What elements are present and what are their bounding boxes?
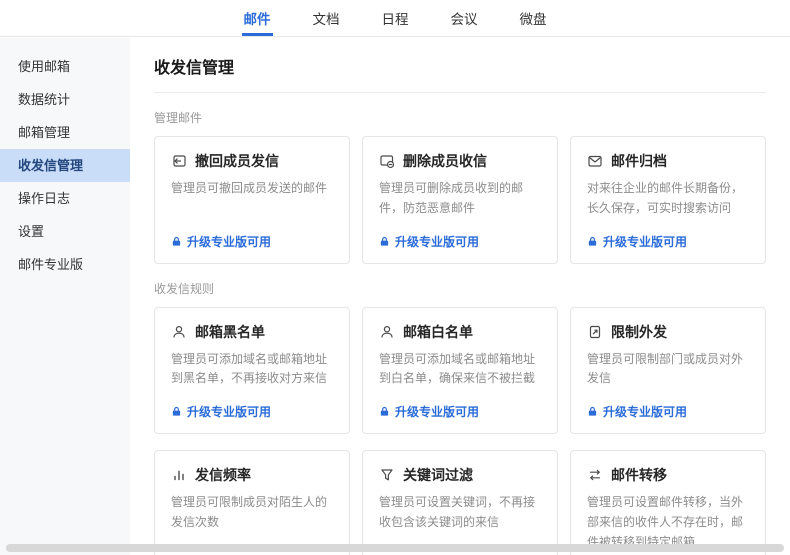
- card-title: 关键词过滤: [403, 465, 473, 485]
- upgrade-label: 升级专业版可用: [187, 403, 271, 420]
- upgrade-link[interactable]: 升级专业版可用: [171, 389, 333, 420]
- lock-icon: [587, 236, 598, 247]
- card-title: 发信频率: [195, 465, 251, 485]
- card-whitelist[interactable]: 邮箱白名单 管理员可添加域名或邮箱地址到白名单，确保来信不被拦截 升级专业版可用: [362, 307, 558, 435]
- upgrade-link[interactable]: 升级专业版可用: [587, 219, 749, 250]
- lock-icon: [379, 406, 390, 417]
- upgrade-label: 升级专业版可用: [603, 403, 687, 420]
- upgrade-link[interactable]: 升级专业版可用: [379, 389, 541, 420]
- upgrade-label: 升级专业版可用: [603, 233, 687, 250]
- card-title: 限制外发: [611, 322, 667, 342]
- card-delete-mail[interactable]: 删除成员收信 管理员可删除成员收到的邮件，防范恶意邮件 升级专业版可用: [362, 136, 558, 264]
- keyword-filter-icon: [379, 467, 395, 483]
- card-desc: 对来往企业的邮件长期备份，长久保存，可实时搜索访问: [587, 179, 749, 219]
- sidebar-item-mailbox-mgmt[interactable]: 邮箱管理: [0, 116, 130, 149]
- lock-icon: [171, 236, 182, 247]
- card-desc: 管理员可添加域名或邮箱地址到白名单，确保来信不被拦截: [379, 350, 541, 390]
- card-title: 邮箱黑名单: [195, 322, 265, 342]
- upgrade-link[interactable]: 升级专业版可用: [379, 219, 541, 250]
- card-restrict-outgoing[interactable]: 限制外发 管理员可限制部门或成员对外发信 升级专业版可用: [570, 307, 766, 435]
- card-title: 邮件转移: [611, 465, 667, 485]
- upgrade-label: 升级专业版可用: [395, 233, 479, 250]
- upgrade-label: 升级专业版可用: [395, 403, 479, 420]
- upgrade-link[interactable]: 升级专业版可用: [587, 389, 749, 420]
- sidebar-item-operation-log[interactable]: 操作日志: [0, 182, 130, 215]
- card-desc: 管理员可添加域名或邮箱地址到黑名单，不再接收对方来信: [171, 350, 333, 390]
- send-frequency-icon: [171, 467, 187, 483]
- section-label-rules: 收发信规则: [154, 280, 766, 297]
- sidebar-item-statistics[interactable]: 数据统计: [0, 83, 130, 116]
- lock-icon: [587, 406, 598, 417]
- card-title: 邮件归档: [611, 151, 667, 171]
- lock-icon: [379, 236, 390, 247]
- tab-docs[interactable]: 文档: [311, 0, 342, 36]
- upgrade-label: 升级专业版可用: [187, 233, 271, 250]
- main-content: 收发信管理 管理邮件 撤回成员发信 管理员可撤回成员发送的邮件: [130, 38, 790, 555]
- card-recall-mail[interactable]: 撤回成员发信 管理员可撤回成员发送的邮件 升级专业版可用: [154, 136, 350, 264]
- tab-calendar[interactable]: 日程: [380, 0, 411, 36]
- card-desc: 管理员可设置关键词，不再接收包含该关键词的来信: [379, 493, 541, 533]
- sidebar-item-send-receive-mgmt[interactable]: 收发信管理: [0, 149, 130, 182]
- card-desc: 管理员可限制成员对陌生人的发信次数: [171, 493, 333, 533]
- mail-transfer-icon: [587, 467, 603, 483]
- tab-drive[interactable]: 微盘: [518, 0, 549, 36]
- top-nav: 邮件 文档 日程 会议 微盘: [0, 0, 790, 37]
- card-desc: 管理员可限制部门或成员对外发信: [587, 350, 749, 390]
- card-grid-rules: 邮箱黑名单 管理员可添加域名或邮箱地址到黑名单，不再接收对方来信 升级专业版可用: [154, 307, 766, 555]
- tab-meeting[interactable]: 会议: [449, 0, 480, 36]
- sidebar-item-use-mailbox[interactable]: 使用邮箱: [0, 50, 130, 83]
- sidebar-item-settings[interactable]: 设置: [0, 215, 130, 248]
- card-send-frequency[interactable]: 发信频率 管理员可限制成员对陌生人的发信次数 升级专业版可用: [154, 450, 350, 555]
- restrict-outgoing-icon: [587, 324, 603, 340]
- sidebar: 使用邮箱 数据统计 邮箱管理 收发信管理 操作日志 设置 邮件专业版: [0, 38, 130, 555]
- page-title: 收发信管理: [154, 54, 766, 93]
- card-desc: 管理员可删除成员收到的邮件，防范恶意邮件: [379, 179, 541, 219]
- sidebar-item-mail-pro[interactable]: 邮件专业版: [0, 248, 130, 281]
- card-blacklist[interactable]: 邮箱黑名单 管理员可添加域名或邮箱地址到黑名单，不再接收对方来信 升级专业版可用: [154, 307, 350, 435]
- card-keyword-filter[interactable]: 关键词过滤 管理员可设置关键词，不再接收包含该关键词的来信 升级专业版可用: [362, 450, 558, 555]
- lock-icon: [171, 406, 182, 417]
- tab-mail[interactable]: 邮件: [242, 0, 273, 36]
- card-mail-archive[interactable]: 邮件归档 对来往企业的邮件长期备份，长久保存，可实时搜索访问 升级专业版可用: [570, 136, 766, 264]
- card-title: 邮箱白名单: [403, 322, 473, 342]
- card-desc: 管理员可撤回成员发送的邮件: [171, 179, 333, 199]
- card-mail-transfer[interactable]: 邮件转移 管理员可设置邮件转移，当外部来信的收件人不存在时，邮件被转移到特定邮箱…: [570, 450, 766, 555]
- delete-mail-icon: [379, 153, 395, 169]
- card-title: 删除成员收信: [403, 151, 487, 171]
- whitelist-icon: [379, 324, 395, 340]
- upgrade-link[interactable]: 升级专业版可用: [171, 219, 333, 250]
- card-grid-manage-mail: 撤回成员发信 管理员可撤回成员发送的邮件 升级专业版可用: [154, 136, 766, 264]
- card-title: 撤回成员发信: [195, 151, 279, 171]
- mail-archive-icon: [587, 153, 603, 169]
- recall-mail-icon: [171, 153, 187, 169]
- blacklist-icon: [171, 324, 187, 340]
- horizontal-scrollbar[interactable]: [6, 544, 784, 552]
- section-label-manage-mail: 管理邮件: [154, 109, 766, 126]
